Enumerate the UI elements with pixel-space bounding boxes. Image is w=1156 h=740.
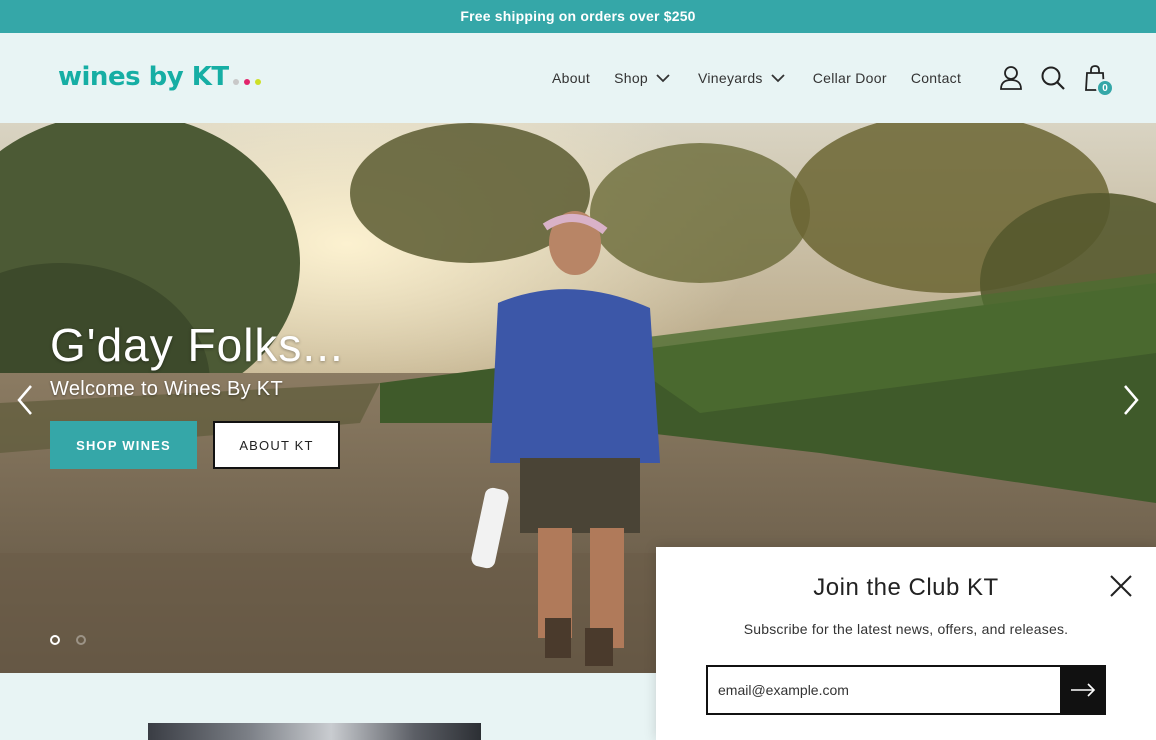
logo-dot-3 — [254, 79, 261, 85]
nav-item-label: Vineyards — [698, 70, 763, 86]
account-icon[interactable] — [996, 63, 1026, 93]
announcement-bar: Free shipping on orders over $250 — [0, 0, 1156, 33]
chevron-down-icon — [656, 73, 670, 83]
close-icon[interactable] — [1108, 573, 1134, 599]
hero-caption: G'day Folks... Welcome to Wines By KT SH… — [50, 318, 344, 469]
nav-item-label: Contact — [910, 70, 962, 86]
shop-wines-button[interactable]: SHOP WINES — [50, 421, 197, 469]
slide-dot-2[interactable] — [76, 635, 86, 645]
hero-buttons: SHOP WINES ABOUT KT — [50, 421, 344, 469]
content-image — [148, 723, 481, 740]
nav-item-contact[interactable]: Contact — [911, 70, 961, 86]
about-kt-button[interactable]: ABOUT KT — [213, 421, 340, 469]
nav-item-about[interactable]: About — [552, 70, 590, 86]
nav-item-label: Cellar Door — [812, 70, 887, 86]
email-input[interactable] — [706, 665, 1060, 715]
chevron-down-icon — [771, 73, 785, 83]
logo-dot-2 — [243, 79, 250, 85]
slide-dots — [50, 635, 86, 645]
logo-dots — [232, 79, 261, 89]
nav-item-vineyards[interactable]: Vineyards — [698, 70, 785, 86]
logo-dot-1 — [232, 79, 239, 85]
popup-title: Join the Club KT — [813, 574, 999, 601]
arrow-right-icon[interactable] — [1060, 665, 1106, 715]
nav-item-cellar-door[interactable]: Cellar Door — [813, 70, 887, 86]
slide-dot-1[interactable] — [50, 635, 60, 645]
hero-title: G'day Folks... — [50, 319, 344, 371]
header-icons: 0 — [996, 33, 1114, 123]
popup-subtitle: Subscribe for the latest news, offers, a… — [743, 621, 1069, 637]
cart-icon[interactable]: 0 — [1080, 63, 1114, 97]
newsletter-form — [706, 665, 1106, 715]
nav-item-label: Shop — [614, 70, 648, 86]
search-icon[interactable] — [1038, 63, 1068, 93]
nav-item-label: About — [552, 70, 591, 86]
logo-text: wines by KT — [58, 62, 229, 92]
newsletter-popup: Join the Club KT Subscribe for the lates… — [656, 547, 1156, 740]
chevron-left-icon[interactable] — [14, 383, 36, 417]
site-logo[interactable]: wines by KT — [58, 62, 261, 96]
hero-subtitle: Welcome to Wines By KT — [50, 378, 283, 400]
main-nav: About Shop Vineyards Cellar Door Contact — [540, 33, 961, 123]
nav-item-shop[interactable]: Shop — [614, 70, 670, 86]
site-header: wines by KT About Shop Vineyards Cellar … — [0, 33, 1156, 123]
cart-count-badge: 0 — [1096, 79, 1114, 97]
chevron-right-icon[interactable] — [1120, 383, 1142, 417]
